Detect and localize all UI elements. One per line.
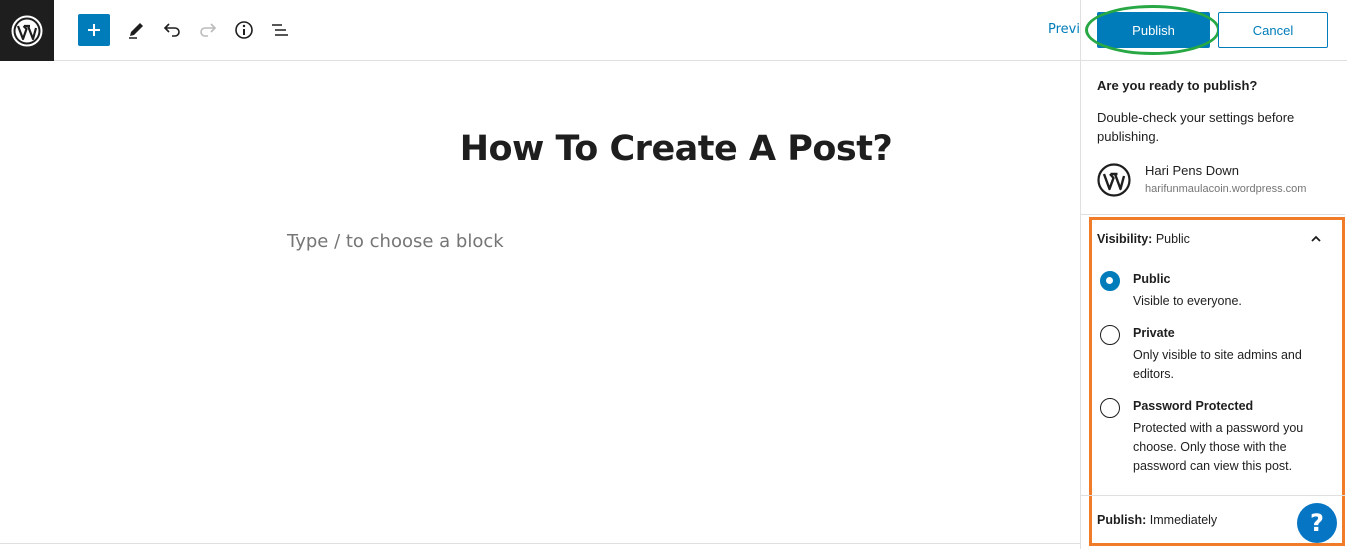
info-icon (235, 21, 253, 39)
wordpress-logo-icon (11, 15, 43, 46)
ready-heading: Are you ready to publish? (1097, 78, 1258, 93)
plus-icon (88, 24, 100, 36)
preview-link[interactable]: Previe (1048, 22, 1080, 37)
option-label: Public (1133, 272, 1171, 286)
chevron-up-icon[interactable] (1307, 230, 1325, 248)
publish-button[interactable]: Publish (1097, 12, 1210, 48)
radio-private[interactable] (1100, 325, 1120, 345)
option-label: Password Protected (1133, 399, 1254, 413)
pencil-icon (129, 23, 143, 39)
ready-description: Double-check your settings before publis… (1097, 110, 1295, 144)
cancel-button[interactable]: Cancel (1218, 12, 1328, 48)
publish-time-value: Immediately (1149, 513, 1218, 527)
list-view-icon (272, 24, 288, 36)
redo-button[interactable] (192, 14, 224, 46)
radio-password-protected[interactable] (1100, 398, 1120, 418)
publish-time-label: Publish: (1097, 513, 1147, 527)
details-button[interactable] (228, 14, 260, 46)
radio-public[interactable] (1100, 271, 1120, 291)
undo-button[interactable] (156, 14, 188, 46)
wordpress-logo-button[interactable] (0, 0, 54, 61)
option-label: Private (1133, 326, 1175, 340)
publish-time-toggle[interactable]: Publish: Immediately (1097, 513, 1217, 527)
option-description: Protected with a password you choose. On… (1133, 421, 1304, 473)
visibility-label: Visibility: (1097, 232, 1153, 246)
wordpress-logo-icon (1097, 163, 1131, 197)
footer-divider (0, 543, 1080, 544)
visibility-value: Public (1155, 232, 1190, 246)
add-block-button[interactable] (78, 14, 110, 46)
help-icon[interactable]: ? (1297, 503, 1337, 543)
option-description: Visible to everyone. (1133, 294, 1242, 308)
site-name: Hari Pens Down (1145, 163, 1239, 178)
editor-toolbar: Previe (54, 0, 1080, 61)
visibility-toggle[interactable]: Visibility: Public (1097, 232, 1190, 246)
tools-button[interactable] (120, 14, 152, 46)
publish-panel: Publish Cancel Are you ready to publish?… (1080, 0, 1347, 549)
undo-icon (163, 23, 180, 37)
section-divider (1081, 495, 1345, 496)
editor-canvas: How To Create A Post? Type / to choose a… (0, 61, 1080, 543)
section-divider (1081, 214, 1345, 215)
redo-icon (200, 23, 217, 37)
list-view-button[interactable] (264, 14, 296, 46)
site-url: harifunmaulacoin.wordpress.com (1145, 183, 1307, 195)
option-description: Only visible to site admins and editors. (1133, 348, 1302, 381)
block-placeholder[interactable]: Type / to choose a block (287, 231, 504, 252)
publish-panel-header: Publish Cancel (1081, 0, 1347, 61)
